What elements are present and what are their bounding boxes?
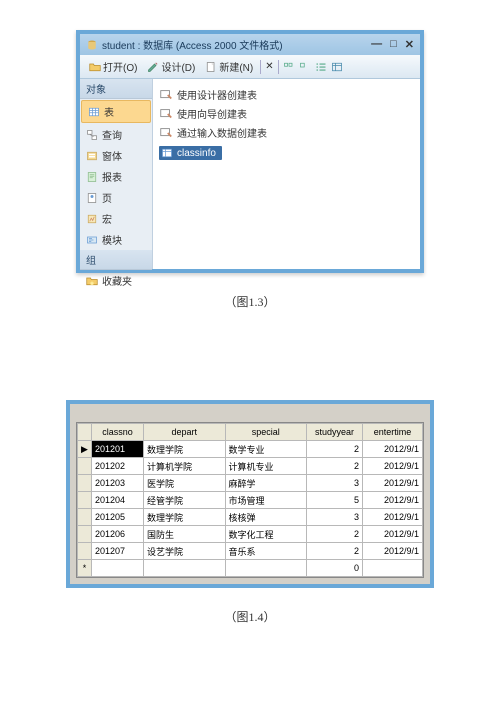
macro-icon xyxy=(86,213,98,225)
object-sidebar: 对象 表 查询 窗体 报表 页 宏 模块 组 收藏夹 xyxy=(80,79,153,269)
delete-button[interactable]: ✕ xyxy=(265,61,273,72)
main-pane: 使用设计器创建表 使用向导创建表 通过输入数据创建表 classinfo xyxy=(153,79,420,269)
sidebar-item-report[interactable]: 报表 xyxy=(80,166,152,187)
sidebar-item-module[interactable]: 模块 xyxy=(80,229,152,250)
query-icon xyxy=(86,129,98,141)
module-icon xyxy=(86,234,98,246)
sidebar-item-favorites[interactable]: 收藏夹 xyxy=(80,270,152,291)
table-icon xyxy=(161,147,173,159)
open-button[interactable]: 打开(O) xyxy=(86,58,140,75)
table-icon xyxy=(88,106,100,118)
table-row[interactable]: 201202计算机学院计算机专业22012/9/1 xyxy=(78,458,423,475)
wizard-icon xyxy=(159,88,173,102)
col-entertime[interactable]: entertime xyxy=(363,424,423,441)
titlebar: student : 数据库 (Access 2000 文件格式) — □ ✕ xyxy=(80,34,420,55)
maximize-button[interactable]: □ xyxy=(390,38,397,51)
report-icon xyxy=(86,171,98,183)
col-studyyear[interactable]: studyyear xyxy=(307,424,363,441)
table-object-classinfo[interactable]: classinfo xyxy=(159,146,222,160)
new-row[interactable]: *0 xyxy=(78,560,423,577)
form-icon xyxy=(86,150,98,162)
new-icon xyxy=(205,61,217,73)
window-buttons: — □ ✕ xyxy=(371,38,414,51)
col-depart[interactable]: depart xyxy=(144,424,226,441)
col-special[interactable]: special xyxy=(225,424,307,441)
col-classno[interactable]: classno xyxy=(92,424,144,441)
sidebar-item-table[interactable]: 表 xyxy=(81,100,151,123)
create-input[interactable]: 通过输入数据创建表 xyxy=(159,123,414,142)
design-icon xyxy=(147,61,159,73)
open-icon xyxy=(89,61,101,73)
figure-caption-2: （图1.4） xyxy=(0,608,500,625)
design-button[interactable]: 设计(D) xyxy=(144,58,198,75)
table-row[interactable]: 201207设艺学院音乐系22012/9/1 xyxy=(78,543,423,560)
view-large-icon[interactable] xyxy=(299,61,311,73)
sidebar-header-groups: 组 xyxy=(80,250,152,270)
db-icon xyxy=(86,39,98,51)
access-db-window: student : 数据库 (Access 2000 文件格式) — □ ✕ 打… xyxy=(76,30,424,273)
data-grid[interactable]: classno depart special studyyear enterti… xyxy=(77,423,423,577)
new-button[interactable]: 新建(N) xyxy=(202,58,256,75)
sidebar-item-form[interactable]: 窗体 xyxy=(80,145,152,166)
sidebar-item-macro[interactable]: 宏 xyxy=(80,208,152,229)
sidebar-item-page[interactable]: 页 xyxy=(80,187,152,208)
favorites-icon xyxy=(86,275,98,287)
view-small-icon[interactable] xyxy=(283,61,295,73)
wizard-icon xyxy=(159,107,173,121)
table-row[interactable]: 201204经管学院市场管理52012/9/1 xyxy=(78,492,423,509)
create-wizard[interactable]: 使用向导创建表 xyxy=(159,104,414,123)
wizard-icon xyxy=(159,126,173,140)
page-icon xyxy=(86,192,98,204)
figure-caption-1: （图1.3） xyxy=(0,293,500,310)
sidebar-item-query[interactable]: 查询 xyxy=(80,124,152,145)
view-list-icon[interactable] xyxy=(315,61,327,73)
window-title: student : 数据库 (Access 2000 文件格式) xyxy=(102,37,371,52)
sidebar-header-objects: 对象 xyxy=(80,79,152,99)
view-details-icon[interactable] xyxy=(331,61,343,73)
create-designer[interactable]: 使用设计器创建表 xyxy=(159,85,414,104)
table-row[interactable]: 201203医学院麻醉学32012/9/1 xyxy=(78,475,423,492)
toolbar: 打开(O) 设计(D) 新建(N) ✕ xyxy=(80,55,420,79)
minimize-button[interactable]: — xyxy=(371,38,382,51)
datasheet-window: classno depart special studyyear enterti… xyxy=(66,400,434,588)
close-button[interactable]: ✕ xyxy=(405,38,414,51)
table-row[interactable]: ▶201201数理学院数学专业22012/9/1 xyxy=(78,441,423,458)
header-row: classno depart special studyyear enterti… xyxy=(78,424,423,441)
table-row[interactable]: 201205数理学院核核弹32012/9/1 xyxy=(78,509,423,526)
table-row[interactable]: 201206国防生数字化工程22012/9/1 xyxy=(78,526,423,543)
